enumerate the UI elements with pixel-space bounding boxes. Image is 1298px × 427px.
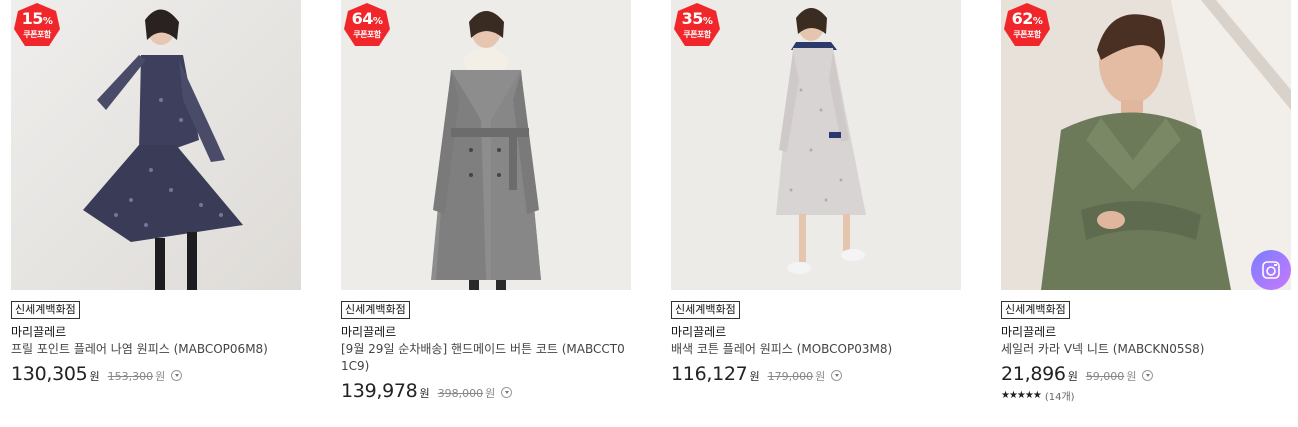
coupon-label: 쿠폰포함 <box>23 30 51 39</box>
store-tag: 신세계백화점 <box>671 301 740 319</box>
original-price-unit: 원 <box>155 370 166 383</box>
brand-name[interactable]: 마리끌레르 <box>1001 324 1291 341</box>
camera-icon[interactable] <box>1251 250 1291 290</box>
product-image[interactable]: 35% 쿠폰포함 <box>671 0 961 290</box>
product-name[interactable]: 프릴 포인트 플레어 나염 원피스 (MABCOP06M8) <box>11 341 301 358</box>
discount-percent: 64% <box>351 9 383 28</box>
brand-name[interactable]: 마리끌레르 <box>11 324 301 341</box>
sale-price: 21,896 <box>1001 363 1066 385</box>
review-count: (14개) <box>1044 392 1075 403</box>
brand-name[interactable]: 마리끌레르 <box>341 324 631 341</box>
store-tag: 신세계백화점 <box>341 301 410 319</box>
price-unit: 원 <box>89 370 100 383</box>
discount-badge: 64% 쿠폰포함 <box>344 3 390 49</box>
product-grid: 15% 쿠폰포함 신세계백화점 마리끌레르 프릴 포인트 플레어 나염 원피스 … <box>0 0 1298 427</box>
product-image[interactable]: 15% 쿠폰포함 <box>11 0 301 290</box>
product-image[interactable]: 62% 쿠폰포함 <box>1001 0 1291 290</box>
price-unit: 원 <box>1067 370 1078 383</box>
sale-price: 130,305 <box>11 363 88 385</box>
product-image[interactable]: 64% 쿠폰포함 <box>341 0 631 290</box>
price-row: 116,127 원 179,000 원 <box>671 363 961 385</box>
original-price: 153,300 <box>107 370 154 383</box>
product-card[interactable]: 62% 쿠폰포함 신세계백화점 마리끌레르 세일러 카라 V넥 니트 (MABC… <box>1001 0 1291 403</box>
coupon-label: 쿠폰포함 <box>683 30 711 39</box>
sale-price: 116,127 <box>671 363 748 385</box>
original-price: 179,000 <box>767 370 814 383</box>
store-tag: 신세계백화점 <box>1001 301 1070 319</box>
product-name[interactable]: [9월 29일 순차배송] 핸드메이드 버튼 코트 (MABCCT01C9) <box>341 341 631 375</box>
chevron-down-circle-icon[interactable] <box>1142 370 1154 381</box>
price-row: 21,896 원 59,000 원 <box>1001 363 1291 385</box>
discount-percent: 35% <box>681 9 713 28</box>
discount-badge: 35% 쿠폰포함 <box>674 3 720 49</box>
price-unit: 원 <box>749 370 760 383</box>
coupon-label: 쿠폰포함 <box>1013 30 1041 39</box>
price-unit: 원 <box>419 387 430 400</box>
original-price: 59,000 <box>1085 370 1125 383</box>
product-card[interactable]: 64% 쿠폰포함 신세계백화점 마리끌레르 [9월 29일 순차배송] 핸드메이… <box>341 0 631 402</box>
coupon-label: 쿠폰포함 <box>353 30 381 39</box>
original-price-unit: 원 <box>485 387 496 400</box>
star-rating-icon: ★★★★★ <box>1001 390 1042 401</box>
chevron-down-circle-icon[interactable] <box>501 387 513 398</box>
discount-badge: 62% 쿠폰포함 <box>1004 3 1050 49</box>
discount-badge: 15% 쿠폰포함 <box>14 3 60 49</box>
price-row: 139,978 원 398,000 원 <box>341 380 631 402</box>
original-price: 398,000 <box>437 387 484 400</box>
original-price-unit: 원 <box>815 370 826 383</box>
product-name[interactable]: 배색 코튼 플레어 원피스 (MOBCOP03M8) <box>671 341 961 358</box>
rating-row[interactable]: ★★★★★ (14개) <box>1001 388 1291 403</box>
discount-percent: 15% <box>21 9 53 28</box>
original-price-unit: 원 <box>1126 370 1137 383</box>
product-card[interactable]: 15% 쿠폰포함 신세계백화점 마리끌레르 프릴 포인트 플레어 나염 원피스 … <box>11 0 301 385</box>
discount-percent: 62% <box>1011 9 1043 28</box>
brand-name[interactable]: 마리끌레르 <box>671 324 961 341</box>
product-name[interactable]: 세일러 카라 V넥 니트 (MABCKN05S8) <box>1001 341 1291 358</box>
store-tag: 신세계백화점 <box>11 301 80 319</box>
chevron-down-circle-icon[interactable] <box>831 370 843 381</box>
chevron-down-circle-icon[interactable] <box>171 370 183 381</box>
price-row: 130,305 원 153,300 원 <box>11 363 301 385</box>
sale-price: 139,978 <box>341 380 418 402</box>
product-card[interactable]: 35% 쿠폰포함 신세계백화점 마리끌레르 배색 코튼 플레어 원피스 (MOB… <box>671 0 961 385</box>
